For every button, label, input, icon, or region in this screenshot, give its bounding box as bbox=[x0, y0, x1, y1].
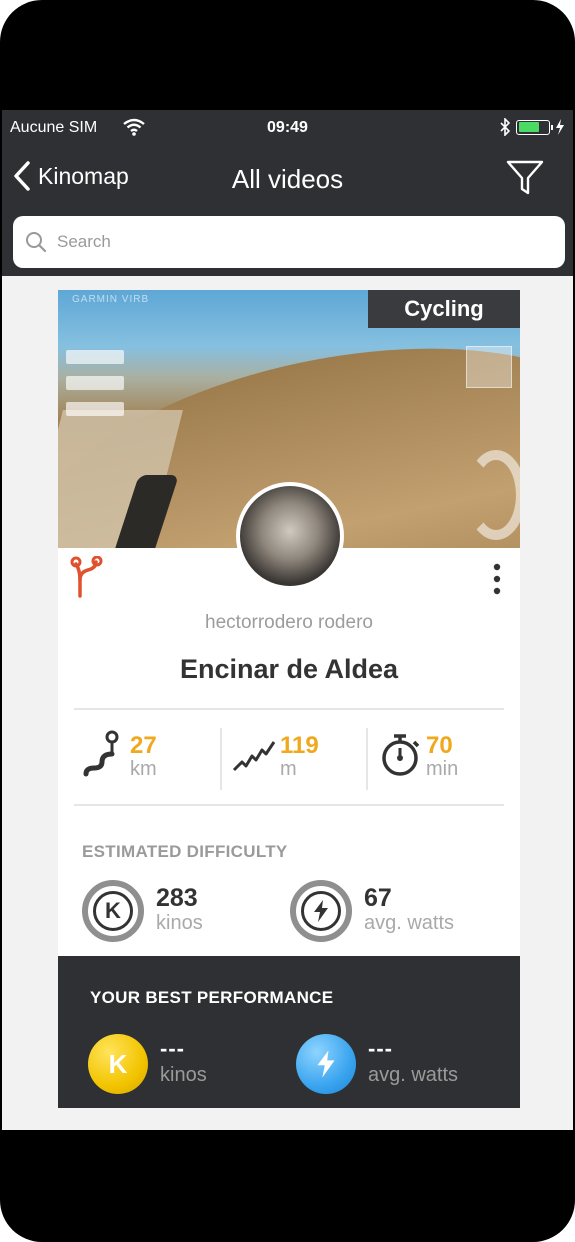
kinos-icon: K bbox=[82, 880, 144, 942]
kinos-coin-icon: K bbox=[88, 1034, 148, 1094]
best-watts-value: --- bbox=[368, 1036, 393, 1061]
stopwatch-icon bbox=[382, 734, 420, 776]
elevation-icon bbox=[232, 741, 276, 772]
more-options-icon[interactable] bbox=[490, 562, 504, 596]
page-title: All videos bbox=[231, 164, 344, 194]
minimap-overlay bbox=[466, 346, 512, 388]
difficulty-kinos: K 283 kinos bbox=[82, 880, 272, 950]
watts-icon bbox=[290, 880, 352, 942]
nav-bar: Kinomap All videos bbox=[2, 146, 573, 212]
bluetooth-icon bbox=[500, 118, 511, 136]
route-stats: 27 km 119 m 70 min bbox=[74, 710, 504, 802]
search-icon bbox=[26, 232, 47, 253]
filter-icon[interactable] bbox=[505, 158, 545, 198]
watts-unit: avg. watts bbox=[364, 912, 455, 934]
duration-value: 70 bbox=[426, 732, 453, 759]
best-kinos-value: --- bbox=[160, 1036, 185, 1061]
video-title: Encinar de Aldea bbox=[179, 654, 399, 684]
elevation-unit: m bbox=[280, 758, 297, 780]
distance-value: 27 bbox=[130, 732, 157, 759]
divider bbox=[220, 728, 222, 790]
kinos-unit: kinos bbox=[156, 912, 203, 934]
difficulty-heading: ESTIMATED DIFFICULTY bbox=[82, 842, 288, 861]
best-kinos: K --- kinos bbox=[88, 1034, 278, 1098]
best-performance-heading: YOUR BEST PERFORMANCE bbox=[90, 988, 334, 1007]
video-card[interactable]: GARMIN VIRB Cycling hectorrodero rodero … bbox=[58, 290, 520, 1108]
elevation-value: 119 bbox=[280, 732, 319, 759]
duration-unit: min bbox=[426, 758, 459, 780]
app-screen: Aucune SIM 09:49 Kinomap All videos Sear… bbox=[2, 110, 573, 1130]
charging-icon bbox=[556, 119, 564, 135]
lightning-coin-icon bbox=[296, 1034, 356, 1094]
search-box[interactable] bbox=[13, 216, 565, 268]
distance-icon bbox=[83, 730, 119, 777]
phone-frame: Aucune SIM 09:49 Kinomap All videos Sear… bbox=[0, 0, 575, 1242]
search-bar-container bbox=[2, 212, 573, 276]
divider bbox=[366, 728, 368, 790]
lightning-icon bbox=[301, 891, 341, 931]
search-input[interactable] bbox=[57, 232, 537, 252]
best-performance-panel: YOUR BEST PERFORMANCE K --- kinos --- av… bbox=[58, 956, 520, 1108]
kinos-value: 283 bbox=[156, 884, 198, 912]
stat-elevation: 119 m bbox=[224, 710, 364, 802]
clock: 09:49 bbox=[267, 119, 308, 136]
status-right bbox=[499, 118, 565, 136]
stat-duration: 70 min bbox=[370, 710, 504, 802]
best-watts: --- avg. watts bbox=[296, 1034, 506, 1098]
watts-value: 67 bbox=[364, 884, 392, 912]
difficulty-watts: 67 avg. watts bbox=[290, 880, 510, 950]
best-kinos-unit: kinos bbox=[160, 1064, 207, 1086]
battery-icon bbox=[516, 119, 553, 135]
route-fork-icon bbox=[70, 556, 103, 598]
stat-distance: 27 km bbox=[74, 710, 214, 802]
activity-badge: Cycling bbox=[368, 290, 520, 328]
speed-gauge-overlay bbox=[466, 450, 520, 540]
divider bbox=[74, 804, 504, 806]
thumbnail-watermark: GARMIN VIRB bbox=[72, 294, 150, 305]
status-bar: Aucune SIM 09:49 bbox=[2, 110, 573, 146]
distance-unit: km bbox=[130, 758, 157, 780]
best-watts-unit: avg. watts bbox=[368, 1064, 459, 1086]
kinos-letter: K bbox=[93, 891, 133, 931]
author-name[interactable]: hectorrodero rodero bbox=[58, 612, 520, 634]
coin-letter: K bbox=[108, 1048, 128, 1079]
avatar[interactable] bbox=[236, 482, 344, 590]
